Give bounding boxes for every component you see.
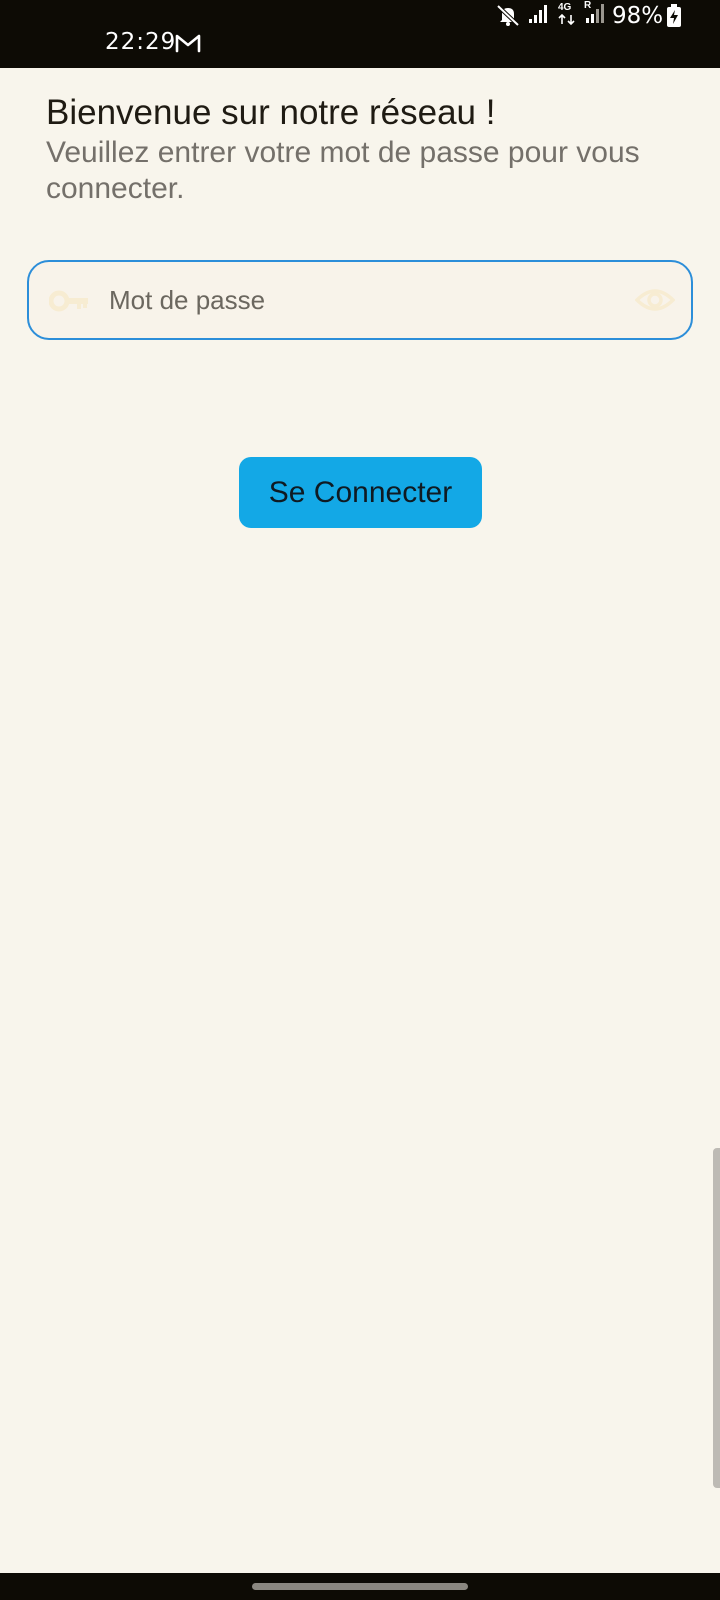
page-subtitle: Veuillez entrer votre mot de passe pour …: [46, 136, 640, 205]
battery-percentage: 98%: [612, 3, 664, 29]
lte-icon: 4G: [558, 2, 576, 26]
status-time: 22:29: [105, 29, 177, 55]
page-title: Bienvenue sur notre réseau !: [46, 93, 496, 132]
navigation-bar: [0, 1573, 720, 1600]
scrollbar[interactable]: [713, 1148, 720, 1488]
password-field[interactable]: [27, 260, 693, 340]
status-bar: 22:29 4G R 98%: [0, 0, 720, 68]
network-type-label: 4G: [558, 2, 572, 13]
gmail-icon: [175, 34, 201, 53]
key-icon: [49, 290, 88, 312]
home-gesture-handle[interactable]: [252, 1583, 468, 1590]
battery-charging-icon: [667, 4, 681, 27]
password-input[interactable]: [109, 280, 609, 320]
eye-icon[interactable]: [635, 286, 675, 314]
signal-icon: R: [584, 0, 606, 24]
mute-icon: [496, 4, 520, 26]
connect-button[interactable]: Se Connecter: [239, 457, 482, 528]
signal-icon: [529, 5, 547, 23]
